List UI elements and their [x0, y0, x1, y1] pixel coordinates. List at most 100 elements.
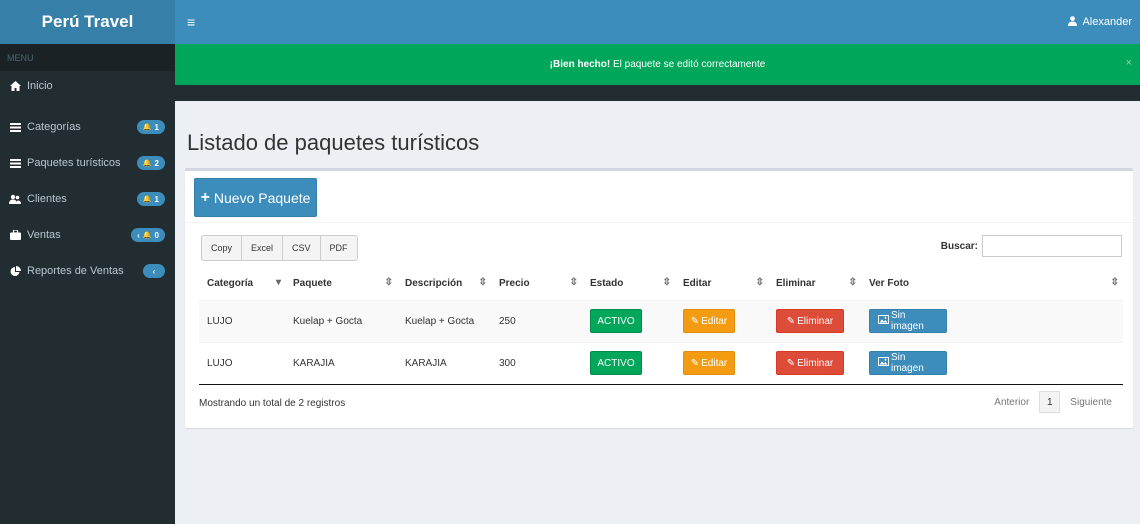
sidebar-item-label: Inicio	[27, 80, 53, 92]
cell-paquete: KARAJIA	[285, 341, 397, 385]
col-estado[interactable]: Estado ⇳	[582, 267, 675, 301]
alert-text: El paquete se editó correctamente	[610, 59, 766, 70]
bell-icon: 🔔	[142, 160, 152, 167]
sidebar-item-label: Reportes de Ventas	[27, 265, 124, 277]
chevron-left-icon: ‹	[152, 266, 156, 276]
status-badge[interactable]: ACTIVO	[590, 351, 642, 375]
sidebar-item-label: Paquetes turísticos	[27, 157, 121, 169]
page-title: Listado de paquetes turísticos	[187, 130, 480, 155]
list-icon	[8, 158, 22, 168]
dark-strip	[175, 85, 1140, 101]
edit-button[interactable]: ✎ Editar	[683, 309, 735, 333]
image-icon	[878, 315, 889, 327]
delete-button[interactable]: ✎ Eliminar	[776, 351, 844, 375]
col-precio[interactable]: Precio ⇳	[491, 267, 582, 301]
count-badge: 🔔 1	[136, 120, 165, 134]
search-label: Buscar:	[940, 240, 978, 252]
next-page-button[interactable]: Siguiente	[1060, 397, 1122, 408]
bell-icon: 🔔	[142, 232, 152, 239]
user-icon	[1068, 15, 1078, 29]
app-logo[interactable]: Perú Travel	[0, 0, 175, 44]
sidebar-item-categorias[interactable]: Categorías 🔔 1	[0, 109, 175, 145]
sidebar-item-label: Categorías	[27, 121, 81, 133]
packages-table: Categoría ▾ Paquete ⇳ Descripción ⇳ Precio ⇳…	[199, 267, 1123, 385]
sort-icon: ⇳	[478, 277, 487, 288]
cell-precio: 300	[491, 341, 582, 385]
users-icon	[8, 194, 22, 204]
col-categoria[interactable]: Categoría ▾	[199, 267, 285, 301]
view-photo-button[interactable]: Sin imagen	[869, 309, 947, 333]
cell-descripcion: KARAJIA	[397, 341, 491, 385]
copy-button[interactable]: Copy	[201, 235, 243, 261]
success-alert: ¡Bien hecho! El paquete se editó correct…	[175, 44, 1140, 85]
hamburger-icon[interactable]: ≡	[187, 14, 195, 30]
alert-strong: ¡Bien hecho!	[549, 59, 611, 70]
count-badge: 🔔 2	[136, 156, 165, 170]
edit-icon: ✎	[690, 315, 700, 327]
table-row: LUJO Kuelap + Gocta Kuelap + Gocta 250 A…	[199, 299, 1123, 342]
table-info: Mostrando un total de 2 registros	[199, 398, 346, 409]
search-input[interactable]	[982, 235, 1122, 257]
page-1-button[interactable]: 1	[1039, 391, 1061, 413]
count-badge: 🔔 1	[136, 192, 165, 206]
cell-precio: 250	[491, 299, 582, 342]
pie-chart-icon	[8, 265, 22, 277]
delete-button[interactable]: ✎ Eliminar	[776, 309, 844, 333]
sidebar-item-paquetes[interactable]: Paquetes turísticos 🔔 2	[0, 145, 175, 181]
sidebar: Perú Travel MENU Inicio Categorías 🔔 1 Pa…	[0, 0, 175, 524]
bell-icon: 🔔	[142, 196, 152, 203]
chevron-left-icon: ‹	[137, 230, 140, 240]
edit-icon: ✎	[690, 357, 700, 369]
pdf-button[interactable]: PDF	[319, 235, 358, 261]
search-group: Buscar:	[941, 235, 1122, 257]
table-header-row: Categoría ▾ Paquete ⇳ Descripción ⇳ Precio ⇳…	[199, 267, 1123, 301]
expand-badge: ‹	[143, 264, 165, 278]
plus-icon: +	[200, 188, 210, 206]
user-name: Alexander	[1082, 16, 1132, 28]
content-box: + Nuevo Paquete Copy Excel CSV PDF Busca…	[185, 168, 1133, 428]
sidebar-item-ventas[interactable]: Ventas ‹ 🔔 0	[0, 217, 175, 253]
pagination: Anterior 1 Siguiente	[984, 391, 1122, 413]
edit-icon: ✎	[786, 315, 796, 327]
col-editar[interactable]: Editar ⇳	[675, 267, 768, 301]
top-navbar: ≡ Alexander	[175, 0, 1140, 44]
export-buttons: Copy Excel CSV PDF	[201, 235, 358, 261]
sort-icon: ⇳	[848, 277, 857, 288]
cell-categoria: LUJO	[199, 299, 285, 342]
divider	[185, 222, 1133, 223]
briefcase-icon	[8, 230, 22, 240]
view-photo-button[interactable]: Sin imagen	[869, 351, 947, 375]
home-icon	[8, 81, 22, 91]
col-eliminar[interactable]: Eliminar ⇳	[768, 267, 861, 301]
sort-icon: ⇳	[755, 277, 764, 288]
image-icon	[878, 357, 889, 369]
csv-button[interactable]: CSV	[282, 235, 321, 261]
sidebar-item-clientes[interactable]: Clientes 🔔 1	[0, 181, 175, 217]
sort-icon: ⇳	[384, 277, 393, 288]
col-paquete[interactable]: Paquete ⇳	[285, 267, 397, 301]
sort-desc-icon: ▾	[275, 277, 281, 288]
cell-descripcion: Kuelap + Gocta	[397, 299, 491, 342]
list-icon	[8, 122, 22, 132]
sidebar-item-inicio[interactable]: Inicio	[0, 71, 175, 101]
close-icon[interactable]: ×	[1126, 57, 1132, 69]
sidebar-item-label: Clientes	[27, 193, 67, 205]
col-descripcion[interactable]: Descripción ⇳	[397, 267, 491, 301]
sort-icon: ⇳	[569, 277, 578, 288]
edit-button[interactable]: ✎ Editar	[683, 351, 735, 375]
sidebar-item-reportes[interactable]: Reportes de Ventas ‹	[0, 253, 175, 289]
sort-icon: ⇳	[1110, 277, 1119, 288]
cell-paquete: Kuelap + Gocta	[285, 299, 397, 342]
col-ver-foto[interactable]: Ver Foto ⇳	[861, 267, 1123, 301]
count-badge: ‹ 🔔 0	[131, 228, 165, 242]
edit-icon: ✎	[786, 357, 796, 369]
prev-page-button[interactable]: Anterior	[984, 397, 1039, 408]
excel-button[interactable]: Excel	[241, 235, 284, 261]
status-badge[interactable]: ACTIVO	[590, 309, 642, 333]
sort-icon: ⇳	[662, 277, 671, 288]
sidebar-item-label: Ventas	[27, 229, 61, 241]
new-package-button[interactable]: + Nuevo Paquete	[194, 178, 317, 217]
table-row: LUJO KARAJIA KARAJIA 300 ACTIVO ✎ Editar …	[199, 341, 1123, 385]
user-menu[interactable]: Alexander	[1068, 15, 1132, 29]
cell-categoria: LUJO	[199, 341, 285, 385]
